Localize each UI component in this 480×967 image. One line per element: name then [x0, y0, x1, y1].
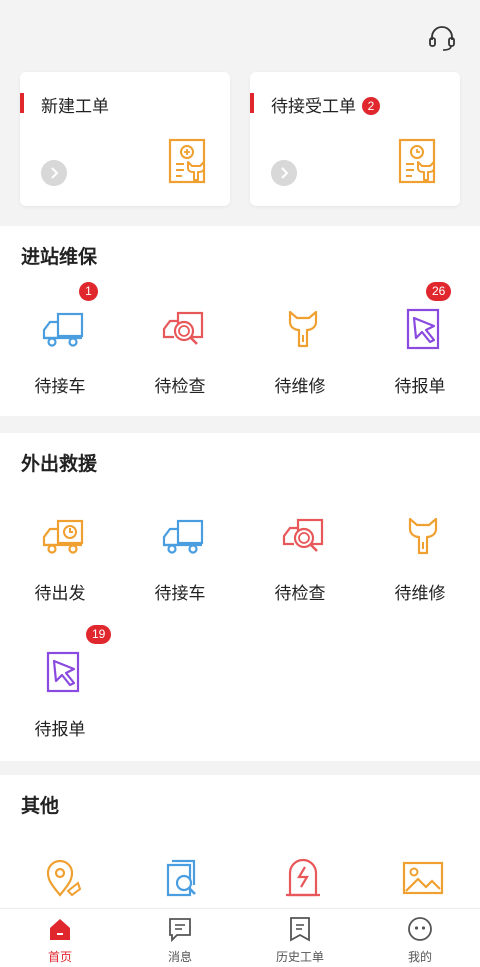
item-label: 待检查 [154, 377, 206, 396]
item-label: 待报单 [34, 720, 86, 739]
chevron-right-icon[interactable] [271, 160, 297, 186]
item-wait-inspect[interactable]: 待检查 [120, 296, 240, 396]
item-wait-inspect[interactable]: 待检查 [240, 503, 360, 603]
item-wait-repair[interactable]: 待维修 [360, 503, 480, 603]
top-bar [0, 0, 480, 72]
tab-label: 消息 [167, 950, 192, 964]
item-label: 待接车 [34, 377, 86, 396]
section-title: 进站维保 [21, 247, 98, 268]
item-wait-repair[interactable]: 待维修 [240, 296, 360, 396]
report-icon [400, 306, 446, 352]
tombstone-icon [280, 855, 326, 901]
item-label: 待维修 [274, 377, 326, 396]
pending-order-card[interactable]: 待接受工单 2 [250, 72, 460, 206]
pending-order-badge: 2 [362, 97, 380, 115]
message-icon [169, 918, 191, 942]
item-wait-report[interactable]: 19 待报单 [0, 625, 120, 739]
item-label: 待维修 [394, 584, 446, 603]
pending-order-icon [398, 138, 438, 184]
inspect-icon [160, 306, 206, 352]
new-order-title: 新建工单 [41, 97, 109, 116]
item-label: 待检查 [274, 584, 326, 603]
wrench-icon [400, 513, 446, 559]
accent-bar [250, 93, 254, 113]
doc-search-icon [160, 855, 206, 901]
history-doc-icon [290, 917, 310, 942]
item-image[interactable] [360, 847, 480, 907]
item-label: 待报单 [394, 377, 446, 396]
truck-clock-icon [40, 513, 86, 559]
bottom-tabbar: 首页 消息 历史工单 我的 [0, 908, 480, 967]
item-tombstone[interactable] [240, 847, 360, 907]
tab-label: 首页 [47, 950, 72, 964]
item-label: 待接车 [154, 584, 206, 603]
section-roadside-rescue: 外出救援 待出发 待接车 待检查 待维修 19 待报单 [0, 433, 480, 761]
tab-mine[interactable]: 我的 [360, 909, 480, 967]
tab-home[interactable]: 首页 [0, 909, 120, 967]
section-other: 其他 [0, 775, 480, 908]
tab-messages[interactable]: 消息 [120, 909, 240, 967]
headset-icon[interactable] [427, 23, 457, 53]
tab-history-orders[interactable]: 历史工单 [240, 909, 360, 967]
chevron-right-icon[interactable] [41, 160, 67, 186]
section-station-maintenance: 进站维保 1 待接车 待检查 待维修 26 待报单 [0, 226, 480, 416]
item-label: 待出发 [34, 584, 86, 603]
item-doc-search[interactable] [120, 847, 240, 907]
count-badge: 1 [79, 282, 98, 301]
inspect-icon [280, 513, 326, 559]
location-icon [40, 855, 86, 901]
section-title: 外出救援 [21, 454, 98, 475]
item-location[interactable] [0, 847, 120, 907]
item-wait-depart[interactable]: 待出发 [0, 503, 120, 603]
pending-order-title: 待接受工单 2 [271, 92, 380, 117]
truck-icon [160, 513, 206, 559]
report-icon [40, 649, 86, 695]
tab-label: 历史工单 [275, 950, 324, 964]
home-icon [50, 919, 70, 940]
new-order-icon [168, 138, 208, 184]
item-wait-pickup[interactable]: 1 待接车 [0, 282, 120, 396]
tab-label: 我的 [407, 950, 432, 964]
count-badge: 26 [426, 282, 452, 301]
accent-bar [20, 93, 24, 113]
count-badge: 19 [86, 625, 112, 644]
user-face-icon [408, 917, 432, 941]
item-wait-report[interactable]: 26 待报单 [360, 282, 480, 396]
wrench-icon [280, 306, 326, 352]
section-title: 其他 [21, 796, 60, 817]
truck-icon [40, 306, 86, 352]
image-icon [400, 855, 446, 901]
new-order-card[interactable]: 新建工单 [20, 72, 230, 206]
item-wait-pickup[interactable]: 待接车 [120, 503, 240, 603]
order-cards: 新建工单 待接受工单 2 [20, 72, 460, 206]
